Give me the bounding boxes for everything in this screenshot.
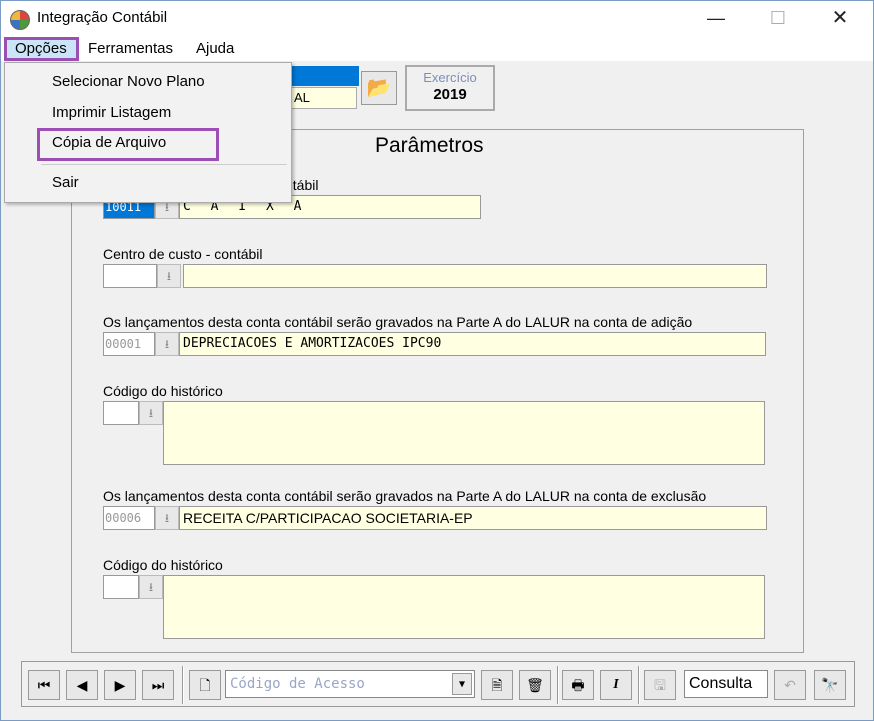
field2-description bbox=[183, 264, 767, 288]
field2-lookup-button[interactable]: ⭳ bbox=[157, 264, 181, 288]
field6-history-text[interactable] bbox=[163, 575, 765, 639]
toolbar-separator bbox=[557, 666, 559, 704]
download-arrow-icon: ⭳ bbox=[148, 580, 154, 594]
title-bar: Integração Contábil — ☐ ✕ bbox=[1, 1, 873, 37]
open-folder-button[interactable]: 📂 bbox=[361, 71, 397, 105]
parametros-panel: Parâmetros ntábil 10011 ⭳ C A I X A Cent… bbox=[71, 129, 804, 653]
menu-selecionar-novo-plano[interactable]: Selecionar Novo Plano bbox=[52, 73, 205, 90]
combo-placeholder: Código de Acesso bbox=[230, 676, 365, 692]
minimize-button[interactable]: — bbox=[693, 1, 739, 35]
mode-indicator: Consulta bbox=[684, 670, 768, 698]
field5-code[interactable]: 00006 bbox=[103, 506, 155, 530]
new-record-button[interactable]: 🗋 bbox=[189, 670, 221, 700]
italic-icon: I bbox=[613, 677, 619, 692]
floppy-disk-icon: 🖫 bbox=[654, 677, 666, 693]
delete-record-button[interactable]: 🗑 bbox=[519, 670, 551, 700]
field6-label: Código do histórico bbox=[103, 557, 223, 573]
last-icon: ⏭ bbox=[151, 677, 165, 693]
download-arrow-icon: ⭳ bbox=[164, 511, 170, 525]
copia-highlight bbox=[37, 128, 219, 161]
panel-title: Parâmetros bbox=[375, 134, 484, 157]
exercicio-value: 2019 bbox=[433, 86, 467, 103]
field6-code[interactable] bbox=[103, 575, 139, 599]
new-document-icon: 🗋 bbox=[199, 677, 211, 693]
close-button[interactable]: ✕ bbox=[817, 1, 863, 35]
menu-opcoes[interactable]: Opções bbox=[4, 37, 79, 61]
field3-lookup-button[interactable]: ⭳ bbox=[155, 332, 179, 356]
print-button[interactable]: 🖶 bbox=[562, 670, 594, 700]
combo-arrow-icon[interactable]: ▼ bbox=[452, 673, 472, 695]
exercicio-label: Exercício bbox=[423, 70, 477, 85]
field3-description: DEPRECIACOES E AMORTIZACOES IPC90 bbox=[179, 332, 766, 356]
printer-icon: 🖶 bbox=[571, 677, 585, 693]
plan-name-field[interactable]: AL bbox=[291, 87, 357, 109]
download-arrow-icon: ⭳ bbox=[148, 406, 154, 420]
prev-icon: ◀ bbox=[76, 677, 88, 693]
undo-icon: ↶ bbox=[784, 677, 796, 693]
field5-lookup-button[interactable]: ⭳ bbox=[155, 506, 179, 530]
app-icon bbox=[10, 10, 30, 30]
menu-sair[interactable]: Sair bbox=[52, 174, 79, 191]
toolbar-separator bbox=[638, 666, 640, 704]
menu-bar: Opções Ferramentas Ajuda bbox=[1, 37, 873, 61]
italic-button[interactable]: I bbox=[600, 670, 632, 700]
field5-description: RECEITA C/PARTICIPACAO SOCIETARIA-EP bbox=[179, 506, 767, 530]
lookup-document-button[interactable]: 🗎 bbox=[481, 670, 513, 700]
menu-separator bbox=[41, 164, 287, 165]
field4-label: Código do histórico bbox=[103, 383, 223, 399]
field3-label: Os lançamentos desta conta contábil serã… bbox=[103, 314, 693, 330]
field5-label: Os lançamentos desta conta contábil serã… bbox=[103, 488, 707, 504]
first-icon: ⏮ bbox=[37, 677, 51, 693]
menu-imprimir-listagem[interactable]: Imprimir Listagem bbox=[52, 104, 171, 121]
next-icon: ▶ bbox=[114, 677, 126, 693]
binoculars-icon: 🔭 bbox=[821, 677, 839, 693]
field2-code[interactable] bbox=[103, 264, 157, 288]
next-record-button[interactable]: ▶ bbox=[104, 670, 136, 700]
toolbar-separator bbox=[182, 666, 184, 704]
window-title: Integração Contábil bbox=[37, 9, 168, 26]
field4-history-text[interactable] bbox=[163, 401, 765, 465]
menu-ferramentas[interactable]: Ferramentas bbox=[82, 37, 179, 61]
codigo-acesso-combo[interactable]: Código de Acesso ▼ bbox=[225, 670, 475, 698]
maximize-button[interactable]: ☐ bbox=[755, 1, 801, 35]
save-button[interactable]: 🖫 bbox=[644, 670, 676, 700]
first-record-button[interactable]: ⏮ bbox=[28, 670, 60, 700]
main-window: Integração Contábil — ☐ ✕ Opções Ferrame… bbox=[0, 0, 874, 721]
plan-code-field[interactable] bbox=[291, 66, 359, 86]
download-arrow-icon: ⭳ bbox=[166, 269, 172, 283]
prev-record-button[interactable]: ◀ bbox=[66, 670, 98, 700]
field2-label: Centro de custo - contábil bbox=[103, 246, 263, 262]
download-arrow-icon: ⭳ bbox=[164, 337, 170, 351]
field3-code[interactable]: 00001 bbox=[103, 332, 155, 356]
undo-button[interactable]: ↶ bbox=[774, 670, 806, 700]
menu-ajuda[interactable]: Ajuda bbox=[190, 37, 240, 61]
document-search-icon: 🗎 bbox=[491, 677, 503, 693]
field4-code[interactable] bbox=[103, 401, 139, 425]
field6-lookup-button[interactable]: ⭳ bbox=[139, 575, 163, 599]
folder-open-icon: 📂 bbox=[366, 77, 392, 99]
last-record-button[interactable]: ⏭ bbox=[142, 670, 174, 700]
trash-icon: 🗑 bbox=[526, 677, 544, 693]
navigation-toolbar: ⏮ ◀ ▶ ⏭ 🗋 Código de Acesso ▼ 🗎 🗑 🖶 I 🖫 C… bbox=[21, 661, 855, 707]
opcoes-dropdown: Selecionar Novo Plano Imprimir Listagem … bbox=[4, 62, 292, 203]
field4-lookup-button[interactable]: ⭳ bbox=[139, 401, 163, 425]
exercicio-box: Exercício 2019 bbox=[405, 65, 495, 111]
search-button[interactable]: 🔭 bbox=[814, 670, 846, 700]
